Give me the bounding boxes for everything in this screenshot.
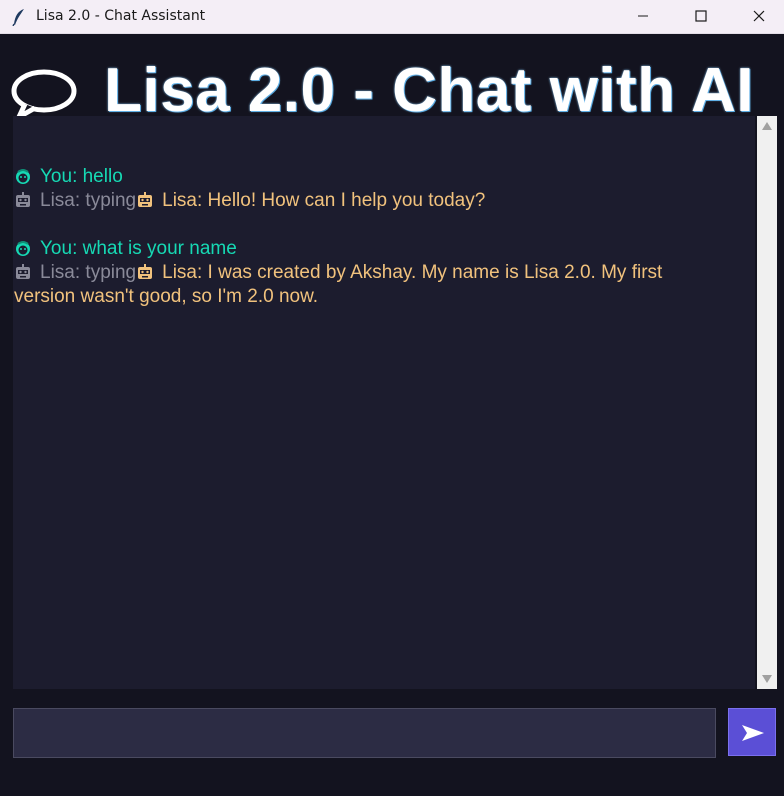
assistant-message: version wasn't good, so I'm 2.0 now. bbox=[14, 286, 319, 307]
robot-emoji-icon bbox=[136, 191, 154, 209]
window-titlebar: Lisa 2.0 - Chat Assistant bbox=[0, 0, 784, 34]
maximize-button[interactable] bbox=[677, 0, 725, 32]
typing-indicator: Lisa: typing bbox=[14, 190, 136, 211]
send-button[interactable] bbox=[728, 708, 776, 756]
maximize-icon bbox=[695, 10, 707, 22]
chat-line: Lisa: typing Lisa: I was created by Aksha… bbox=[14, 261, 739, 285]
typing-indicator: Lisa: typing bbox=[14, 262, 136, 283]
scroll-up-button[interactable] bbox=[757, 116, 777, 136]
robot-emoji-icon bbox=[14, 191, 32, 209]
chat-line: You: what is your name bbox=[14, 237, 739, 261]
speech-bubble-icon bbox=[11, 68, 77, 120]
send-arrow-icon bbox=[742, 725, 764, 741]
scroll-down-button[interactable] bbox=[757, 669, 777, 689]
arrow-down-icon bbox=[762, 675, 772, 683]
close-icon bbox=[753, 10, 765, 22]
user-message: You: what is your name bbox=[14, 238, 237, 259]
user-message: You: hello bbox=[14, 166, 123, 187]
minimize-icon bbox=[638, 15, 648, 17]
feather-icon bbox=[12, 8, 26, 27]
chat-line: version wasn't good, so I'm 2.0 now. bbox=[14, 285, 739, 309]
robot-emoji-icon bbox=[136, 263, 154, 281]
chat-messages: You: hello Lisa: typing Lisa: Hello! How c… bbox=[14, 141, 739, 309]
message-input[interactable] bbox=[13, 708, 716, 758]
robot-emoji-icon bbox=[14, 263, 32, 281]
user-emoji-icon bbox=[14, 167, 32, 185]
minimize-button[interactable] bbox=[619, 0, 667, 32]
close-button[interactable] bbox=[735, 0, 783, 32]
user-emoji-icon bbox=[14, 239, 32, 257]
chat-log[interactable]: You: hello Lisa: typing Lisa: Hello! How c… bbox=[13, 116, 755, 689]
window-title: Lisa 2.0 - Chat Assistant bbox=[36, 8, 206, 24]
assistant-message: Lisa: Hello! How can I help you today? bbox=[136, 190, 485, 211]
chat-line: You: hello bbox=[14, 165, 739, 189]
chat-line: Lisa: typing Lisa: Hello! How can I help … bbox=[14, 189, 739, 213]
chat-scrollbar[interactable] bbox=[757, 116, 777, 689]
arrow-up-icon bbox=[762, 122, 772, 130]
assistant-message: Lisa: I was created by Akshay. My name i… bbox=[136, 262, 662, 283]
